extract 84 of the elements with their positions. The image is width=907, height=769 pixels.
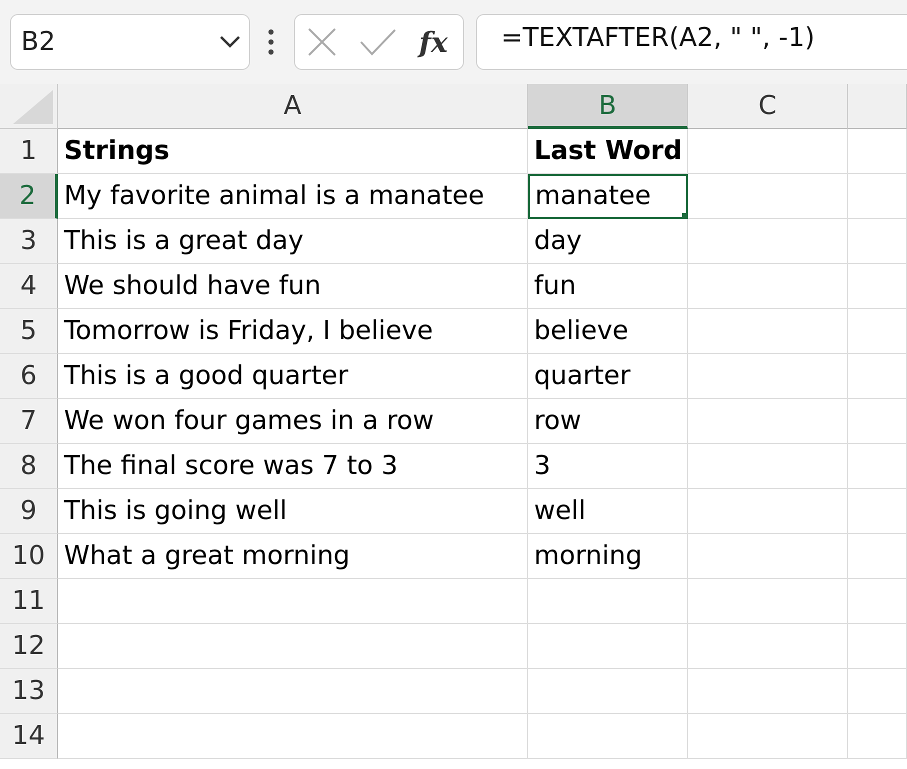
table-cell[interactable] bbox=[528, 624, 688, 669]
table-cell[interactable] bbox=[688, 579, 848, 624]
row-header[interactable]: 4 bbox=[0, 264, 58, 309]
table-cell[interactable] bbox=[848, 174, 907, 219]
table-cell[interactable] bbox=[848, 129, 907, 174]
table-cell[interactable]: The final score was 7 to 3 bbox=[58, 444, 528, 489]
table-cell[interactable] bbox=[58, 714, 528, 759]
table-cell[interactable]: My favorite animal is a manatee bbox=[58, 174, 528, 219]
column-header[interactable]: C bbox=[688, 84, 848, 129]
table-cell[interactable] bbox=[528, 579, 688, 624]
table-cell[interactable] bbox=[848, 669, 907, 714]
table-cell[interactable] bbox=[848, 219, 907, 264]
row-header[interactable]: 2 bbox=[0, 174, 58, 219]
table-cell[interactable]: fun bbox=[528, 264, 688, 309]
table-cell[interactable] bbox=[848, 444, 907, 489]
table-cell[interactable] bbox=[848, 264, 907, 309]
column-header[interactable]: A bbox=[58, 84, 528, 129]
table-cell[interactable]: This is going well bbox=[58, 489, 528, 534]
table-cell[interactable] bbox=[848, 579, 907, 624]
row-header[interactable]: 7 bbox=[0, 399, 58, 444]
table-cell[interactable] bbox=[688, 444, 848, 489]
table-cell[interactable] bbox=[848, 534, 907, 579]
table-cell[interactable] bbox=[688, 624, 848, 669]
table-cell[interactable] bbox=[688, 264, 848, 309]
formula-field[interactable]: =TEXTAFTER(A2, " ", -1) bbox=[476, 14, 907, 70]
name-box[interactable]: B2 bbox=[10, 14, 250, 70]
fill-handle[interactable] bbox=[682, 213, 688, 219]
table-cell[interactable] bbox=[688, 534, 848, 579]
table-cell[interactable]: believe bbox=[528, 309, 688, 354]
table-cell[interactable]: quarter bbox=[528, 354, 688, 399]
table-cell[interactable]: morning bbox=[528, 534, 688, 579]
table-cell[interactable]: This is a good quarter bbox=[58, 354, 528, 399]
table-cell[interactable] bbox=[688, 354, 848, 399]
table-cell[interactable] bbox=[528, 714, 688, 759]
table-cell[interactable] bbox=[848, 624, 907, 669]
select-all-button[interactable] bbox=[0, 84, 58, 129]
table-cell[interactable] bbox=[848, 489, 907, 534]
row-header[interactable]: 11 bbox=[0, 579, 58, 624]
chevron-down-icon[interactable] bbox=[219, 35, 241, 49]
table-cell[interactable]: This is a great day bbox=[58, 219, 528, 264]
row-header[interactable]: 1 bbox=[0, 129, 58, 174]
table-cell[interactable] bbox=[688, 669, 848, 714]
table-cell[interactable]: well bbox=[528, 489, 688, 534]
table-cell[interactable] bbox=[688, 489, 848, 534]
row-header[interactable]: 6 bbox=[0, 354, 58, 399]
check-icon[interactable] bbox=[359, 28, 397, 56]
table-cell[interactable]: Last Word bbox=[528, 129, 688, 174]
table-cell[interactable]: manatee bbox=[528, 174, 688, 219]
table-cell[interactable]: 3 bbox=[528, 444, 688, 489]
table-cell[interactable] bbox=[58, 669, 528, 714]
cancel-icon[interactable] bbox=[307, 27, 337, 57]
table-cell[interactable] bbox=[58, 579, 528, 624]
column-header[interactable]: B bbox=[528, 84, 688, 129]
table-cell[interactable]: What a great morning bbox=[58, 534, 528, 579]
table-cell[interactable] bbox=[688, 309, 848, 354]
cell-reference: B2 bbox=[21, 27, 56, 57]
table-cell[interactable] bbox=[848, 354, 907, 399]
table-cell[interactable] bbox=[528, 669, 688, 714]
table-cell[interactable] bbox=[688, 174, 848, 219]
row-header[interactable]: 10 bbox=[0, 534, 58, 579]
table-cell[interactable] bbox=[688, 714, 848, 759]
table-cell[interactable] bbox=[848, 714, 907, 759]
table-cell[interactable] bbox=[848, 309, 907, 354]
table-cell[interactable]: Strings bbox=[58, 129, 528, 174]
table-cell[interactable]: We should have fun bbox=[58, 264, 528, 309]
table-cell[interactable]: row bbox=[528, 399, 688, 444]
table-cell[interactable] bbox=[688, 219, 848, 264]
table-cell[interactable]: day bbox=[528, 219, 688, 264]
table-cell[interactable]: We won four games in a row bbox=[58, 399, 528, 444]
table-cell[interactable] bbox=[688, 399, 848, 444]
insert-function-button[interactable]: fx bbox=[419, 26, 448, 58]
row-header[interactable]: 3 bbox=[0, 219, 58, 264]
more-icon[interactable] bbox=[268, 29, 274, 55]
column-header[interactable] bbox=[848, 84, 907, 129]
row-header[interactable]: 5 bbox=[0, 309, 58, 354]
row-header[interactable]: 9 bbox=[0, 489, 58, 534]
row-header[interactable]: 12 bbox=[0, 624, 58, 669]
row-header[interactable]: 14 bbox=[0, 714, 58, 759]
table-cell[interactable]: Tomorrow is Friday, I believe bbox=[58, 309, 528, 354]
table-cell[interactable] bbox=[688, 129, 848, 174]
table-cell[interactable] bbox=[58, 624, 528, 669]
row-header[interactable]: 8 bbox=[0, 444, 58, 489]
table-cell[interactable] bbox=[848, 399, 907, 444]
row-header[interactable]: 13 bbox=[0, 669, 58, 714]
